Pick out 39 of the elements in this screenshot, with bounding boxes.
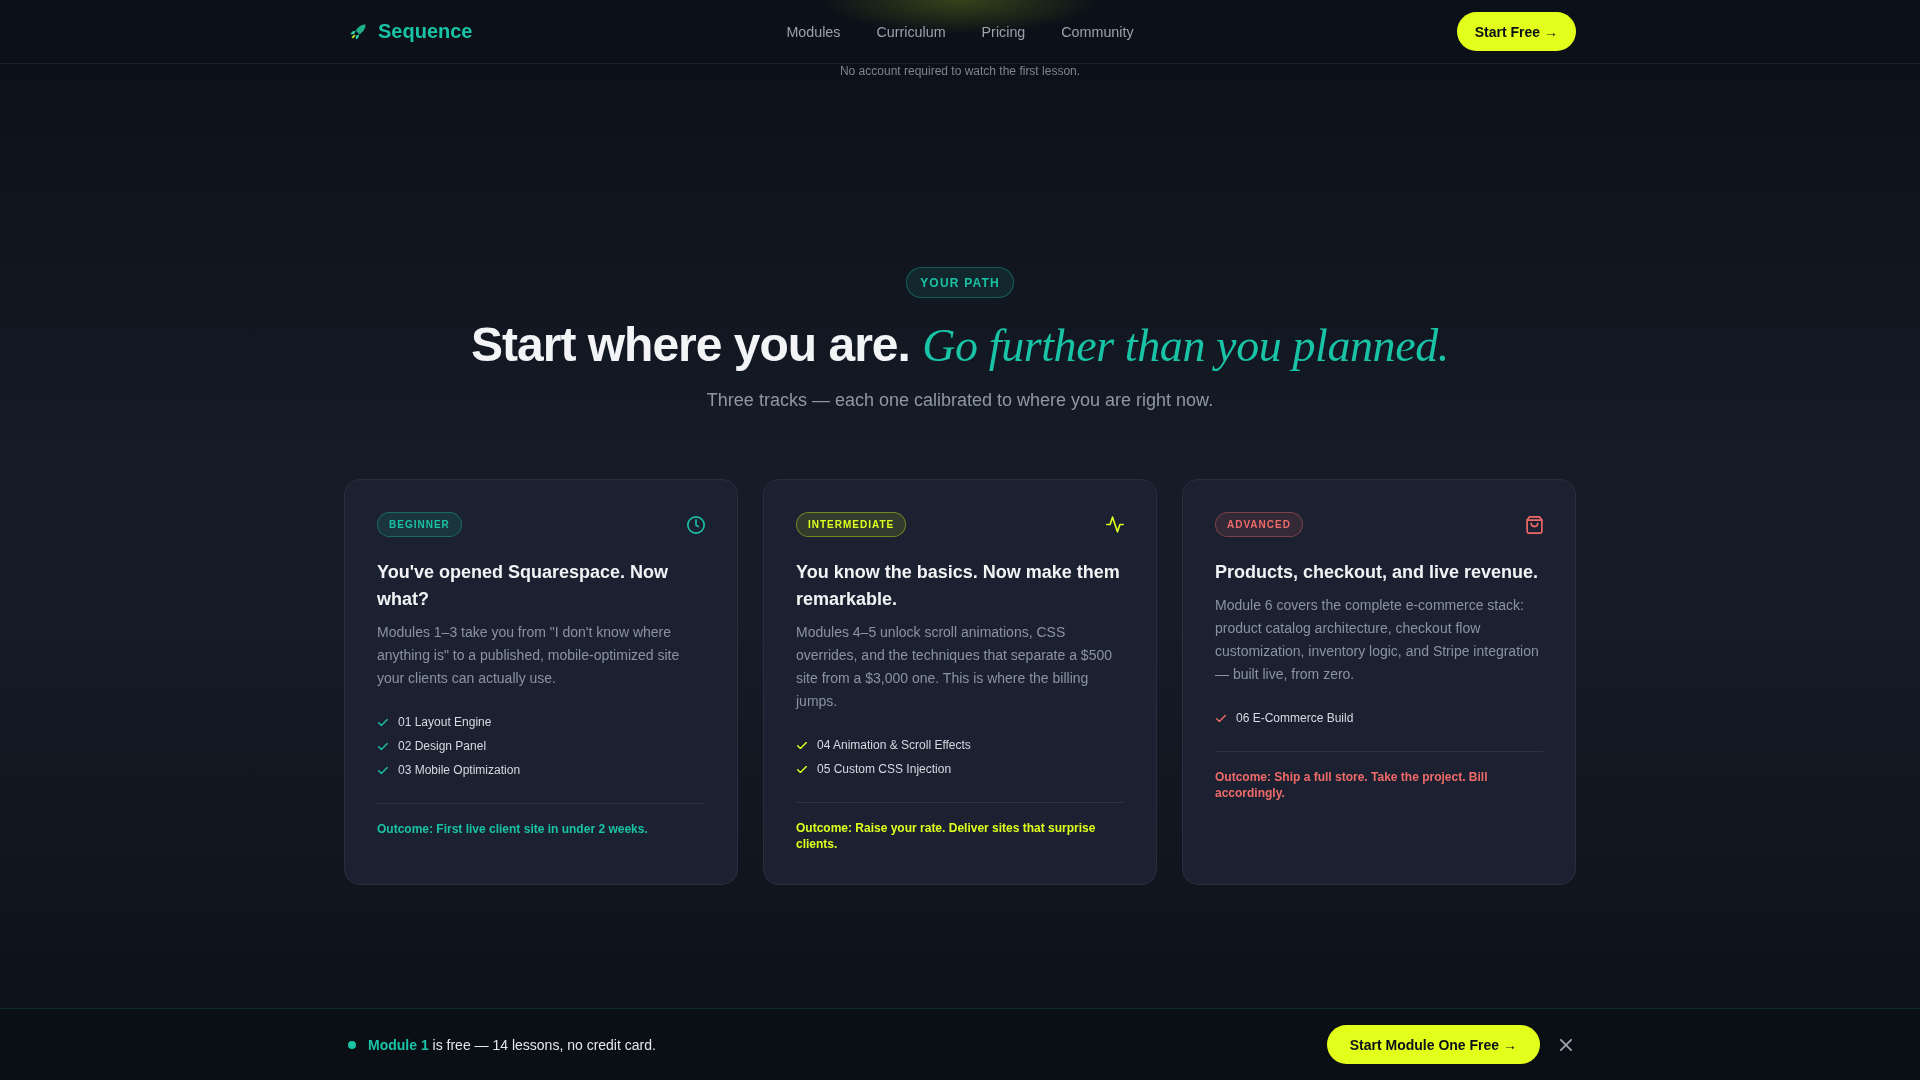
module-name: 06 E-Commerce Build <box>1236 711 1354 725</box>
start-free-button[interactable]: Start Free → <box>1456 12 1576 51</box>
nav-link[interactable]: Pricing <box>981 23 1026 40</box>
check-icon <box>797 741 807 749</box>
start-module-button[interactable]: Start Module One Free → <box>1326 1025 1540 1064</box>
nav-link[interactable]: Community <box>1061 23 1134 40</box>
module-name: 03 Mobile Optimization <box>398 763 521 777</box>
nav-link[interactable]: Curriculum <box>876 23 946 40</box>
check-icon <box>797 765 807 773</box>
outcome-text: Outcome: Ship a full store. Take the project. Bill accordingly. <box>1215 769 1489 801</box>
module-name: 04 Animation & Scroll Effects <box>817 738 971 752</box>
check-icon <box>1216 714 1226 722</box>
check-icon <box>378 742 388 750</box>
card-description: Module 6 covers the complete e-commerce stack: product catalog architecture, checkout flow customization, inventory logic, and Stripe integration — built live, from zero. <box>1215 596 1540 684</box>
card-description: Modules 1–3 take you from "I don't know where anything is" to a published, mobile-optimized site your clients can actually use. <box>377 623 681 688</box>
brand-logo-link[interactable]: Sequence <box>344 20 473 43</box>
check-icon <box>378 766 388 774</box>
module-name: 02 Design Panel <box>398 739 487 753</box>
eyebrow-badge: YOUR PATH <box>906 267 1014 298</box>
close-icon <box>1560 1038 1572 1051</box>
hero-note-text: No account required to watch the first lesson. <box>838 64 1082 78</box>
nav-link[interactable]: Modules <box>786 23 841 40</box>
module-name: 05 Custom CSS Injection <box>817 762 952 776</box>
level-badge: ADVANCED <box>1215 512 1303 537</box>
dot-icon <box>348 1040 356 1049</box>
check-icon <box>378 718 388 726</box>
card-title: Products, checkout, and live revenue. <box>1215 561 1540 584</box>
promo-message: Module 1 is free — 14 lessons, no credit card. <box>368 1036 657 1053</box>
rocket-icon <box>350 23 366 40</box>
card-description: Modules 4–5 unlock scroll animations, CSS overrides, and the techniques that separate a $500 site from a $3,000 one. This is where the billing jumps. <box>796 623 1113 711</box>
level-badge: INTERMEDIATE <box>796 512 907 537</box>
level-badge: BEGINNER <box>377 512 462 537</box>
module-name: 01 Layout Engine <box>398 715 492 729</box>
card-title: You know the basics. Now make them remarkable. <box>796 561 1121 611</box>
card-title: You've opened Squarespace. Now what? <box>377 561 670 611</box>
outcome-text: Outcome: First live client site in under 2 weeks. <box>377 821 649 837</box>
section-subtitle: Three tracks — each one calibrated to where you are right now. <box>706 389 1214 412</box>
section-heading: Start where you are. Go further than you planned. <box>471 317 1449 373</box>
outcome-text: Outcome: Raise your rate. Deliver sites that surprise clients. <box>796 820 1097 852</box>
